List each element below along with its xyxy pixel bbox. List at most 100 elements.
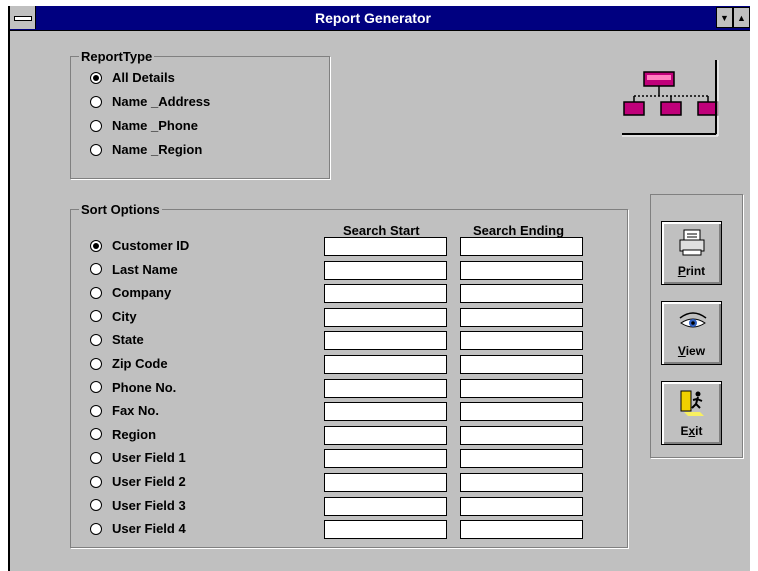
search-ending-input-user-field-4[interactable] xyxy=(460,520,583,540)
report-type-radio-name-address[interactable]: Name _Address xyxy=(90,94,210,109)
minimize-button[interactable]: ▼ xyxy=(716,7,733,28)
sort-radio-zip-code[interactable]: Zip Code xyxy=(90,356,168,371)
sort-radio-fax-no[interactable]: Fax No. xyxy=(90,403,159,418)
sort-option-label: Company xyxy=(112,285,172,301)
minimize-arrow-icon: ▼ xyxy=(720,13,729,23)
search-ending-input-user-field-2[interactable] xyxy=(460,473,583,492)
sort-options-legend: Sort Options xyxy=(81,202,160,217)
maximize-button[interactable]: ▲ xyxy=(733,7,750,28)
report-type-radio-name-phone[interactable]: Name _Phone xyxy=(90,118,198,133)
radio-dot-icon xyxy=(90,333,102,346)
search-ending-input-city[interactable] xyxy=(460,307,583,327)
sort-option-label: User Field 4 xyxy=(112,521,186,537)
search-start-input-region[interactable] xyxy=(324,425,447,445)
radio-dot-icon xyxy=(90,143,102,156)
radio-dot-icon xyxy=(90,71,102,84)
search-start-input-user-field-2[interactable] xyxy=(324,473,447,492)
search-start-input-user-field-3[interactable] xyxy=(324,496,447,516)
search-ending-input-region[interactable] xyxy=(460,425,583,445)
search-ending-input-state[interactable] xyxy=(460,331,583,351)
system-menu-button[interactable] xyxy=(10,6,36,29)
sort-option-label: User Field 2 xyxy=(112,474,186,489)
report-type-group: ReportType xyxy=(70,49,330,179)
search-start-input-state[interactable] xyxy=(324,331,447,351)
sort-option-label: Fax No. xyxy=(112,403,159,419)
search-ending-input-last-name[interactable] xyxy=(460,260,583,280)
action-button-panel: Print View Exit xyxy=(650,194,743,458)
sort-option-label: User Field 1 xyxy=(112,450,186,466)
report-generator-window: Report Generator ▼ ▲ ReportType All Deta… xyxy=(8,6,750,571)
search-ending-input-zip-code[interactable] xyxy=(460,355,583,374)
radio-dot-icon xyxy=(90,451,102,464)
radio-dot-icon xyxy=(90,119,102,132)
sort-radio-customer-id[interactable]: Customer ID xyxy=(90,238,189,253)
exit-button[interactable]: Exit xyxy=(661,381,722,445)
search-start-input-user-field-1[interactable] xyxy=(324,449,447,469)
printer-icon xyxy=(679,229,705,256)
view-button[interactable]: View xyxy=(661,301,722,365)
sort-radio-user-field-2[interactable]: User Field 2 xyxy=(90,474,186,489)
exit-door-icon xyxy=(680,390,704,416)
report-type-label: Name _Phone xyxy=(112,118,198,133)
search-ending-input-user-field-3[interactable] xyxy=(460,496,583,516)
sort-radio-user-field-1[interactable]: User Field 1 xyxy=(90,450,186,465)
view-label: View xyxy=(677,344,706,358)
sort-option-label: Last Name xyxy=(112,261,178,277)
title-bar: Report Generator ▼ ▲ xyxy=(10,6,750,31)
search-start-header: Search Start xyxy=(343,223,420,238)
window-title: Report Generator xyxy=(315,10,431,26)
exit-label: Exit xyxy=(680,424,703,438)
eye-icon xyxy=(679,312,707,328)
radio-dot-icon xyxy=(90,428,102,441)
search-ending-input-fax-no[interactable] xyxy=(460,402,583,422)
sort-radio-city[interactable]: City xyxy=(90,309,137,324)
search-start-input-zip-code[interactable] xyxy=(324,355,447,374)
report-type-label: All Details xyxy=(112,70,175,85)
search-start-input-company[interactable] xyxy=(324,284,447,304)
sort-option-label: Customer ID xyxy=(112,238,190,253)
sort-radio-last-name[interactable]: Last Name xyxy=(90,262,178,277)
report-type-label: Name _Region xyxy=(112,142,203,157)
radio-dot-icon xyxy=(90,404,102,417)
sort-radio-region[interactable]: Region xyxy=(90,427,156,442)
sort-option-label: Zip Code xyxy=(112,356,168,371)
search-start-input-last-name[interactable] xyxy=(324,260,447,280)
report-type-radio-all-details[interactable]: All Details xyxy=(90,70,175,85)
radio-dot-icon xyxy=(90,499,102,512)
search-start-input-city[interactable] xyxy=(324,307,447,327)
print-label: Print xyxy=(677,264,706,278)
sort-option-label: City xyxy=(112,308,137,324)
sort-option-label: Phone No. xyxy=(112,379,177,395)
sort-option-label: State xyxy=(112,332,144,348)
search-start-input-user-field-4[interactable] xyxy=(324,520,447,540)
sort-option-label: User Field 3 xyxy=(112,497,186,513)
sort-option-label: Region xyxy=(112,426,157,442)
sort-radio-company[interactable]: Company xyxy=(90,285,171,300)
search-ending-header: Search Ending xyxy=(473,223,565,238)
search-ending-input-user-field-1[interactable] xyxy=(460,449,583,469)
system-menu-icon xyxy=(14,16,32,21)
radio-dot-icon xyxy=(90,95,102,108)
search-ending-input-company[interactable] xyxy=(460,284,583,304)
print-button[interactable]: Print xyxy=(661,221,722,285)
search-ending-input-phone-no[interactable] xyxy=(460,378,583,398)
radio-dot-icon xyxy=(90,522,102,535)
radio-dot-icon xyxy=(90,381,102,394)
radio-dot-icon xyxy=(90,263,102,276)
radio-dot-icon xyxy=(90,239,102,252)
org-chart-icon xyxy=(622,60,719,137)
radio-dot-icon xyxy=(90,286,102,299)
search-start-input-phone-no[interactable] xyxy=(324,378,447,398)
search-start-input-customer-id[interactable] xyxy=(324,237,447,256)
maximize-arrow-icon: ▲ xyxy=(737,13,746,23)
search-start-input-fax-no[interactable] xyxy=(324,402,447,422)
radio-dot-icon xyxy=(90,475,102,488)
report-type-radio-name-region[interactable]: Name _Region xyxy=(90,142,202,157)
search-ending-input-customer-id[interactable] xyxy=(460,237,583,256)
report-type-legend: ReportType xyxy=(81,49,153,64)
sort-radio-phone-no[interactable]: Phone No. xyxy=(90,380,176,395)
radio-dot-icon xyxy=(90,357,102,370)
sort-radio-user-field-3[interactable]: User Field 3 xyxy=(90,498,186,513)
sort-radio-user-field-4[interactable]: User Field 4 xyxy=(90,521,186,536)
sort-radio-state[interactable]: State xyxy=(90,332,144,347)
